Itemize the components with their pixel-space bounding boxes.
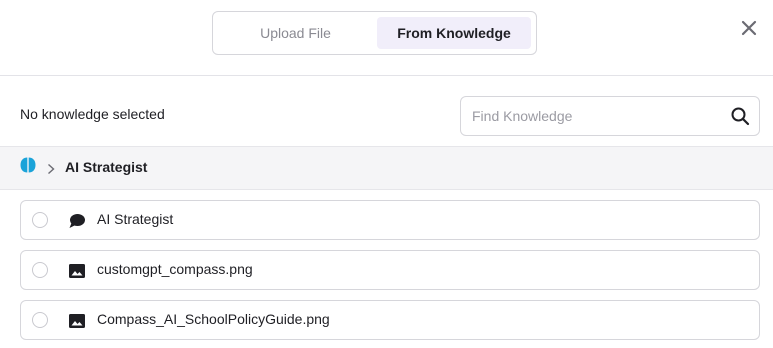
source-tabs: Upload File From Knowledge bbox=[212, 11, 537, 55]
knowledge-list: AI Strategist customgpt_compass.png Comp… bbox=[20, 200, 760, 348]
select-radio[interactable] bbox=[32, 312, 48, 328]
search-icon[interactable] bbox=[730, 106, 750, 126]
item-name: Compass_AI_SchoolPolicyGuide.png bbox=[97, 311, 330, 327]
image-icon bbox=[68, 312, 86, 330]
select-radio[interactable] bbox=[32, 212, 48, 228]
list-item[interactable]: customgpt_compass.png bbox=[20, 250, 760, 290]
select-radio[interactable] bbox=[32, 262, 48, 278]
tab-from-knowledge[interactable]: From Knowledge bbox=[377, 17, 531, 49]
chevron-right-icon bbox=[46, 162, 56, 175]
list-item[interactable]: AI Strategist bbox=[20, 200, 760, 240]
chat-bubble-icon bbox=[68, 212, 86, 230]
brain-icon[interactable] bbox=[19, 156, 37, 174]
search-input[interactable] bbox=[461, 97, 721, 135]
breadcrumb-current[interactable]: AI Strategist bbox=[65, 159, 147, 175]
image-icon bbox=[68, 262, 86, 280]
breadcrumb: AI Strategist bbox=[0, 146, 773, 190]
list-item[interactable]: Compass_AI_SchoolPolicyGuide.png bbox=[20, 300, 760, 340]
search-box bbox=[460, 96, 760, 136]
close-icon[interactable] bbox=[738, 17, 760, 39]
item-name: AI Strategist bbox=[97, 211, 174, 227]
selection-status: No knowledge selected bbox=[20, 106, 165, 122]
tab-upload-file[interactable]: Upload File bbox=[218, 17, 373, 49]
header-divider bbox=[0, 75, 773, 76]
item-name: customgpt_compass.png bbox=[97, 261, 253, 277]
